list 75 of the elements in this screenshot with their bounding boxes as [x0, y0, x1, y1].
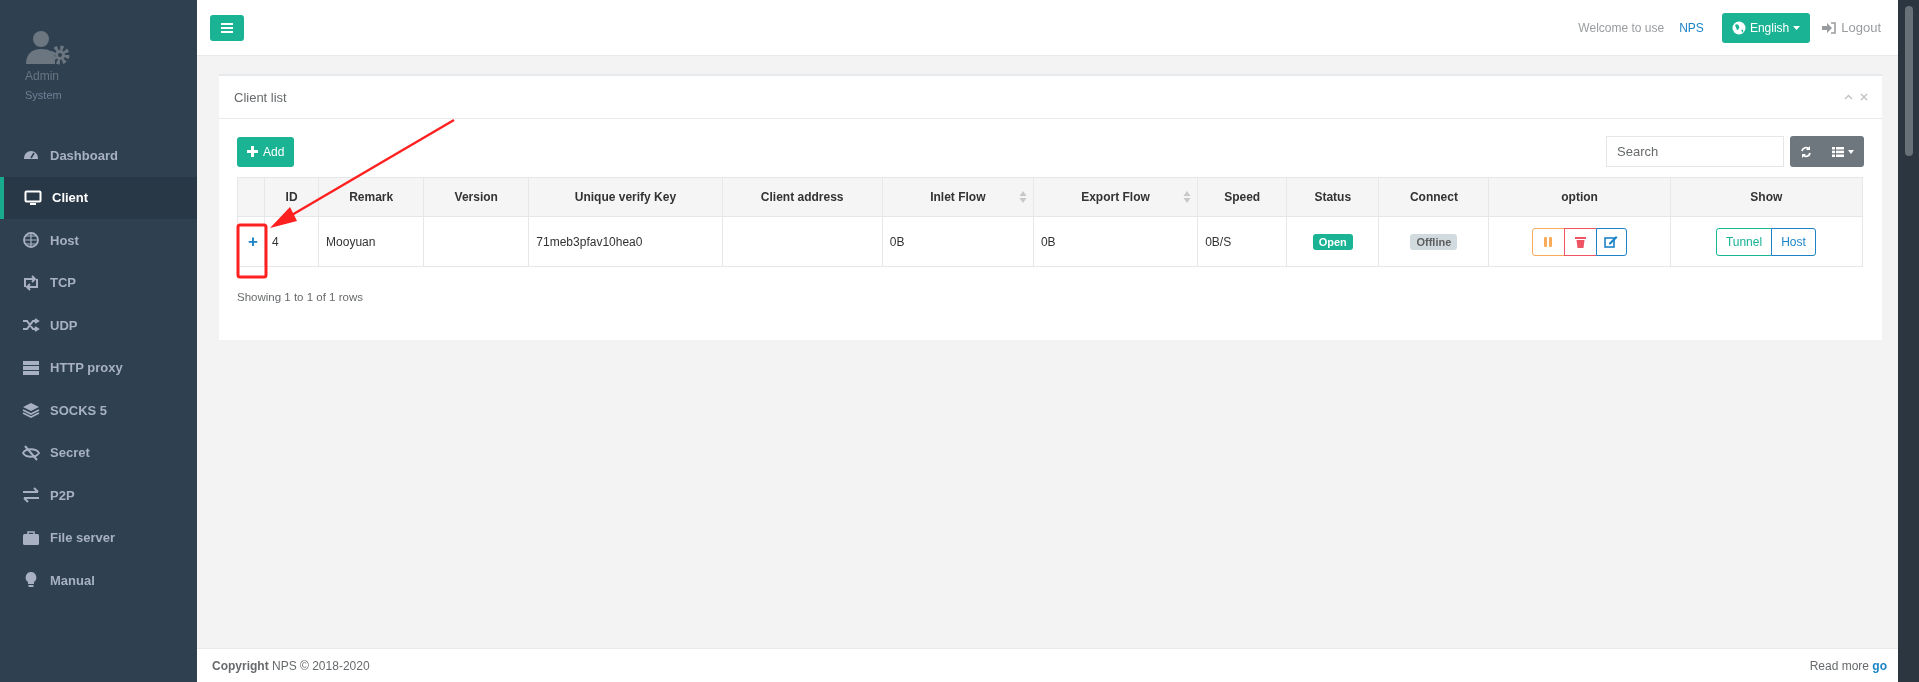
column-header[interactable]: Inlet Flow	[882, 177, 1034, 217]
table-cell: 0B	[1040, 234, 1056, 249]
edit-button[interactable]	[1595, 227, 1627, 256]
server-icon	[22, 358, 40, 377]
copyright-text: Copyright NPS © 2018-2020	[212, 658, 370, 673]
layers-icon	[22, 401, 40, 420]
edit-icon	[1604, 235, 1619, 248]
exchange-arrows-icon	[22, 486, 40, 505]
sidebar-item[interactable]: Client	[0, 176, 197, 219]
column-header: Status	[1286, 177, 1379, 217]
pause-icon	[1543, 235, 1554, 248]
table-cell: 4	[272, 234, 279, 249]
language-button[interactable]: English	[1721, 12, 1811, 43]
table-cell: 0B	[889, 234, 905, 249]
sidebar-item[interactable]: Dashboard	[0, 134, 197, 177]
welcome-text: Welcome to use	[1578, 20, 1665, 35]
sidebar-item[interactable]: SOCKS 5	[0, 389, 197, 432]
eye-slash-icon	[22, 443, 40, 462]
read-more-text: Read more go	[1809, 658, 1887, 673]
scrollbar[interactable]	[1898, 0, 1919, 682]
column-header: ID	[264, 177, 319, 217]
globe-icon	[1731, 20, 1746, 35]
table-cell: 71meb3pfav10hea0	[536, 234, 643, 249]
column-header: Unique verify Key	[528, 177, 723, 217]
status-badge: Open	[1312, 233, 1353, 250]
sidebar-item[interactable]: P2P	[0, 474, 197, 517]
list-icon	[1832, 146, 1844, 157]
host-button[interactable]: Host	[1771, 227, 1816, 256]
column-header: Show	[1670, 177, 1863, 217]
search-field[interactable]: Search	[1606, 136, 1784, 167]
sidebar-item[interactable]: Host	[0, 219, 197, 262]
brand-link[interactable]: NPS	[1679, 20, 1704, 35]
plus-icon	[247, 146, 258, 157]
shuffle-icon	[22, 316, 40, 335]
repeat-arrows-icon	[22, 273, 40, 292]
sign-in-icon	[1822, 21, 1837, 34]
caret-icon	[1793, 25, 1801, 30]
column-header: Version	[423, 177, 529, 217]
user-role: System	[25, 89, 62, 101]
column-header: Speed	[1197, 177, 1287, 217]
table-cell: 0B/S	[1205, 234, 1232, 249]
column-header: Connect	[1378, 177, 1489, 217]
pause-button[interactable]	[1531, 227, 1565, 256]
table-cell: Mooyuan	[326, 234, 376, 249]
sidebar-item[interactable]: UDP	[0, 304, 197, 347]
refresh-icon	[1800, 145, 1812, 158]
user-settings-icon	[25, 30, 71, 66]
caret-icon	[1848, 149, 1854, 154]
sidebar-item[interactable]: Manual	[0, 559, 197, 602]
user-name: Admin	[25, 69, 59, 83]
sort-icon	[1183, 190, 1192, 204]
connection-badge: Offline	[1410, 233, 1458, 250]
tunnel-button[interactable]: Tunnel	[1715, 227, 1773, 256]
annotation-box	[236, 223, 268, 279]
add-button[interactable]: Add	[237, 136, 295, 167]
column-header: option	[1488, 177, 1671, 217]
menu-icon	[221, 22, 233, 33]
sidebar-item[interactable]: TCP	[0, 261, 197, 304]
sidebar-item[interactable]: Secret	[0, 431, 197, 474]
globe-icon	[22, 231, 40, 250]
sort-icon	[1018, 190, 1027, 204]
monitor-icon	[24, 188, 42, 207]
briefcase-icon	[22, 528, 40, 547]
column-header: Remark	[318, 177, 424, 217]
delete-button[interactable]	[1563, 227, 1597, 256]
column-header: Client address	[722, 177, 883, 217]
trash-icon	[1574, 235, 1586, 248]
logout-link[interactable]: Logout	[1822, 20, 1881, 35]
go-link[interactable]: go	[1872, 658, 1887, 673]
panel-title: Client list	[234, 89, 288, 105]
sidebar-item[interactable]: HTTP proxy	[0, 346, 197, 389]
menu-button[interactable]	[210, 14, 244, 41]
sidebar-item[interactable]: File server	[0, 516, 197, 559]
pagination-info: Showing 1 to 1 of 1 rows	[237, 291, 363, 303]
column-header[interactable]: Export Flow	[1033, 177, 1198, 217]
